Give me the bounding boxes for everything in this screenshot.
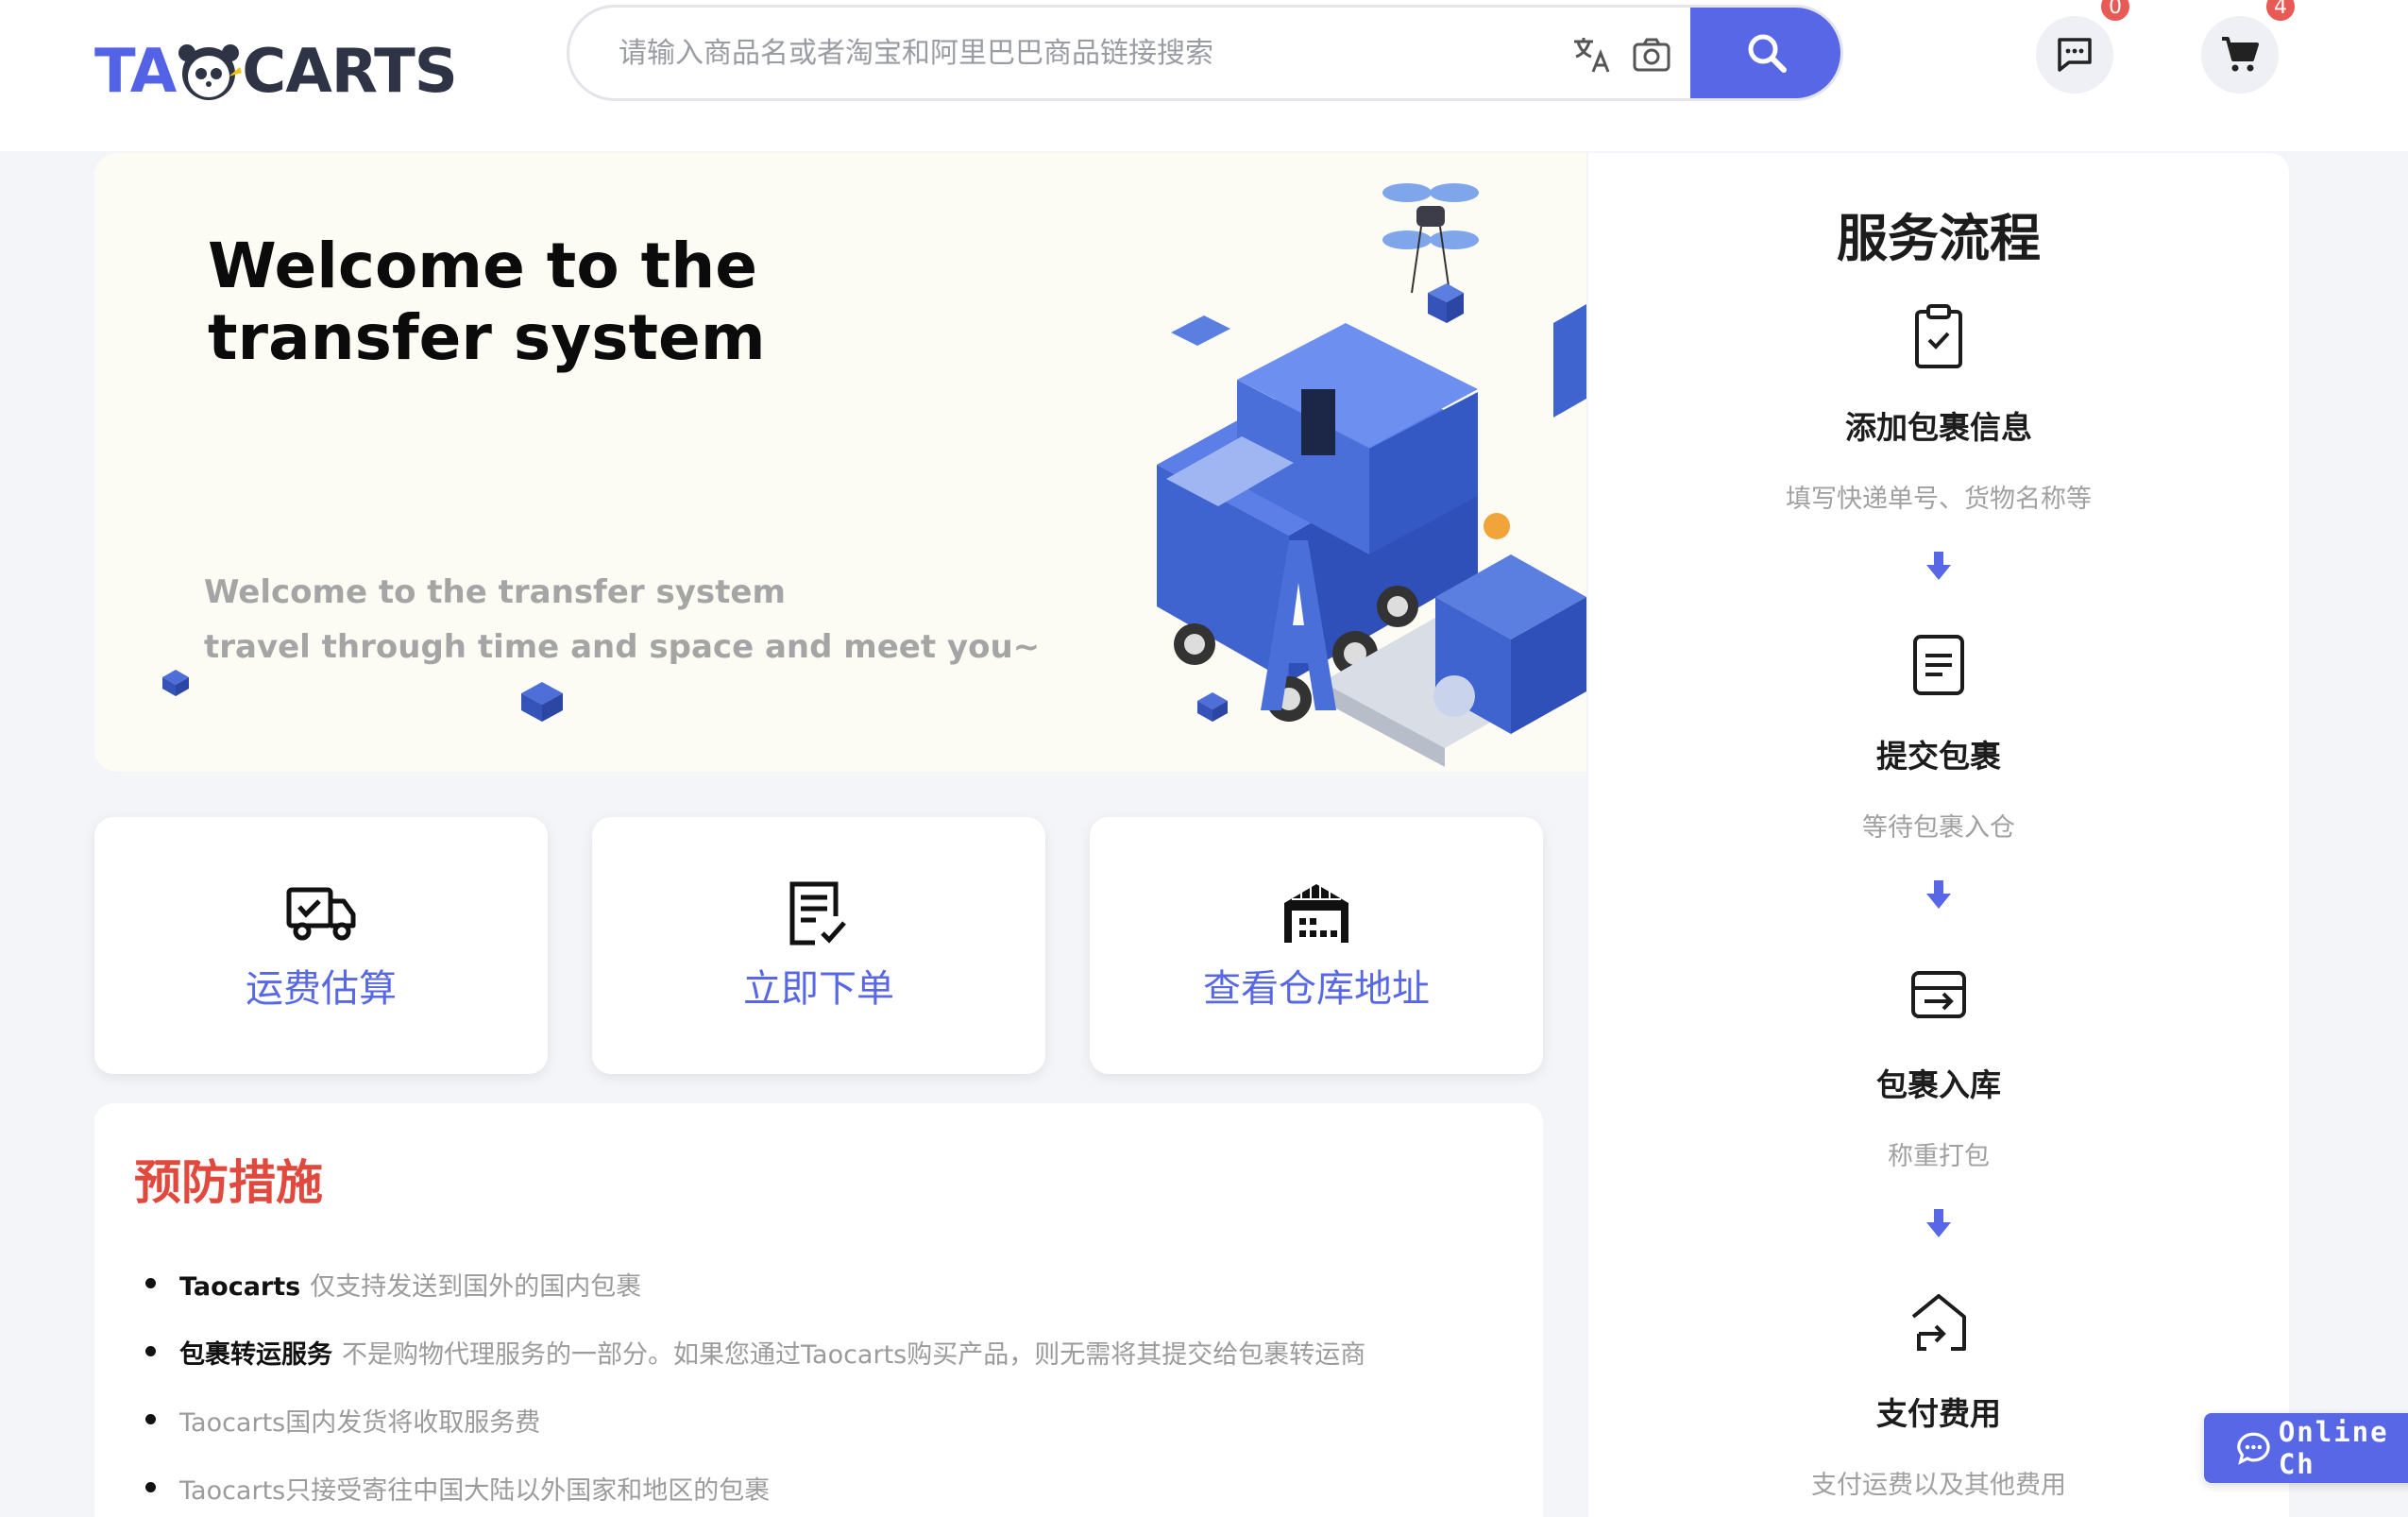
precaution-item: Taocarts国内发货将收取服务费 xyxy=(144,1402,541,1439)
top-header: TA CARTS 请输入商品名或者淘宝和阿里巴巴商品链接搜索 0 4 xyxy=(0,0,2408,151)
logo-text-right: CARTS xyxy=(242,37,458,107)
service-flow-panel: 服务流程 添加包裹信息 填写快递单号、货物名称等 提交包裹 等待包裹入仓 包裹入… xyxy=(1588,153,2289,1517)
logo-text-left: TA xyxy=(94,37,177,107)
step-3-desc: 称重打包 xyxy=(1888,1142,1990,1171)
shipping-estimate-label: 运费估算 xyxy=(246,967,397,1011)
step-3-title: 包裹入库 xyxy=(1876,1066,2001,1103)
precaution-item: 包裹转运服务 不是购物代理服务的一部分。如果您通过Taocarts购买产品，则无需… xyxy=(144,1334,1366,1371)
place-order-card[interactable]: 立即下单 xyxy=(592,817,1045,1074)
precautions-panel: 预防措施 Taocarts 仅支持发送到国外的国内包裹 包裹转运服务 不是购物代理服… xyxy=(94,1103,1543,1517)
place-order-label: 立即下单 xyxy=(743,967,894,1011)
document-icon xyxy=(1913,635,1964,695)
clipboard-check-icon xyxy=(1915,304,1962,368)
cart-icon xyxy=(2222,37,2259,72)
arrow-down-icon xyxy=(1926,552,1951,580)
messages-badge: 0 xyxy=(2098,0,2132,24)
step-4-title: 支付费用 xyxy=(1876,1395,2001,1432)
precaution-item-bold: 包裹转运服务 xyxy=(179,1340,332,1370)
warehouse-address-card[interactable]: 查看仓库地址 xyxy=(1090,817,1543,1074)
step-2-title: 提交包裹 xyxy=(1876,738,2001,775)
taocarts-logo[interactable]: TA CARTS xyxy=(94,36,458,108)
chat-icon xyxy=(2237,1432,2270,1465)
inbox-arrow-icon xyxy=(1911,971,1966,1018)
panda-logo-icon xyxy=(178,44,243,100)
search-icon xyxy=(1748,34,1787,73)
search-input[interactable] xyxy=(619,8,1563,98)
step-1-title: 添加包裹信息 xyxy=(1845,409,2032,446)
welcome-banner: Welcome to the transfer system Welcome t… xyxy=(94,153,1586,772)
precaution-item: Taocarts只接受寄往中国大陆以外国家和地区的包裹 xyxy=(144,1470,771,1507)
step-2-desc: 等待包裹入仓 xyxy=(1862,813,2015,843)
precaution-item: Taocarts 仅支持发送到国外的国内包裹 xyxy=(144,1266,642,1303)
warehouse-address-label: 查看仓库地址 xyxy=(1203,967,1430,1011)
banner-subtitle-2: travel through time and space and meet y… xyxy=(204,628,1041,666)
step-4-desc: 支付运费以及其他费用 xyxy=(1811,1471,2066,1500)
precaution-item-text: 仅支持发送到国外的国内包裹 xyxy=(310,1272,642,1302)
online-chat-label: Online Ch xyxy=(2278,1416,2389,1480)
online-chat-button[interactable]: Online Ch xyxy=(2204,1413,2408,1483)
step-1-desc: 填写快递单号、货物名称等 xyxy=(1786,485,2092,514)
banner-title: Welcome to the transfer system xyxy=(208,230,766,374)
drone xyxy=(1382,183,1479,323)
search-button[interactable] xyxy=(1690,8,1840,98)
banner-subtitle-1: Welcome to the transfer system xyxy=(204,573,786,611)
order-edit-icon xyxy=(789,881,846,946)
arrow-down-icon xyxy=(1926,880,1951,909)
chat-bubble-icon xyxy=(2058,38,2092,72)
arrow-down-icon xyxy=(1926,1209,1951,1237)
cart-button[interactable]: 4 xyxy=(2201,0,2298,94)
camera-icon[interactable] xyxy=(1631,34,1672,76)
precaution-item-text: 不是购物代理服务的一部分。如果您通过Taocarts购买产品，则无需将其提交给包… xyxy=(342,1340,1366,1370)
translate-icon[interactable] xyxy=(1569,32,1614,77)
precaution-item-text: Taocarts国内发货将收取服务费 xyxy=(179,1408,541,1438)
precaution-item-text: Taocarts只接受寄往中国大陆以外国家和地区的包裹 xyxy=(179,1476,771,1506)
precautions-title: 预防措施 xyxy=(134,1155,323,1210)
precaution-item-bold: Taocarts xyxy=(179,1272,301,1302)
messages-button[interactable]: 0 xyxy=(2036,0,2132,94)
truck-check-icon xyxy=(286,887,356,941)
search-bar xyxy=(567,5,1843,101)
cart-badge: 4 xyxy=(2264,0,2298,24)
warehouse-icon xyxy=(1284,884,1348,943)
service-flow-title: 服务流程 xyxy=(1837,209,2041,268)
shipping-estimate-card[interactable]: 运费估算 xyxy=(94,817,548,1074)
payment-return-icon xyxy=(1911,1294,1966,1351)
